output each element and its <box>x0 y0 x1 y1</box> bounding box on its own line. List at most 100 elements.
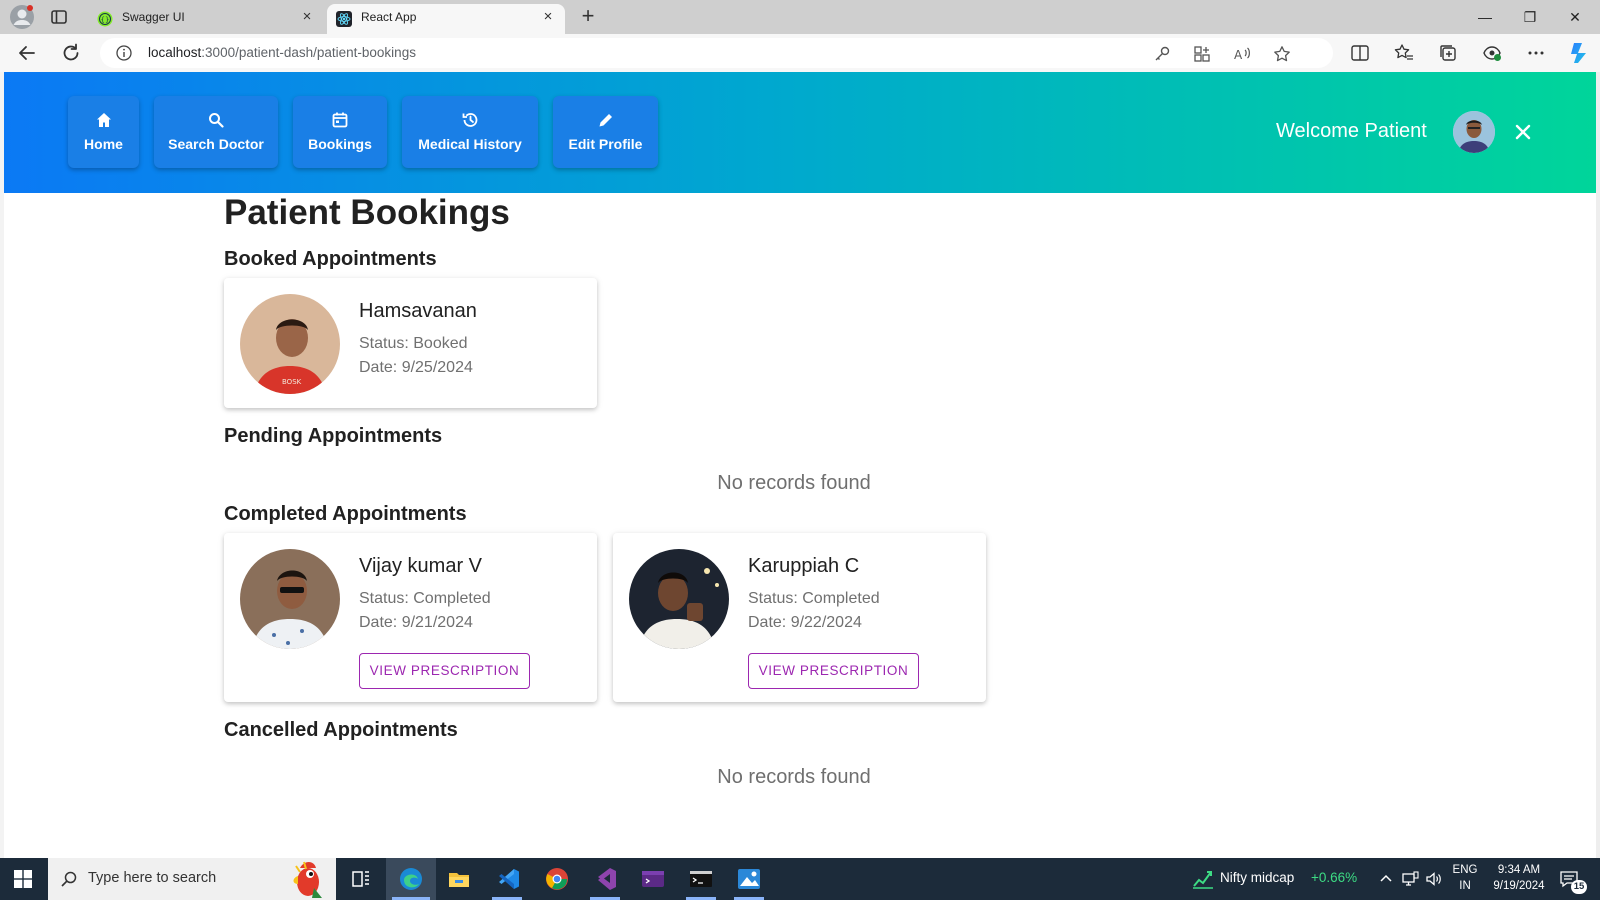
terminal-purple-icon[interactable] <box>640 866 666 892</box>
tab-title: React App <box>361 10 417 24</box>
app-install-icon[interactable] <box>1193 45 1211 63</box>
clock-time[interactable]: 9:34 AM <box>1488 864 1550 876</box>
nav-home-button[interactable]: Home <box>68 96 139 168</box>
ticker-name[interactable]: Nifty midcap <box>1220 870 1294 885</box>
tab-close-icon[interactable]: × <box>300 9 314 24</box>
chevron-up-icon[interactable] <box>1379 872 1393 886</box>
empty-message-cancelled: No records found <box>717 766 871 788</box>
visual-studio-icon[interactable] <box>592 866 618 892</box>
windows-taskbar: Type here to search Nifty midcap +0.66% … <box>0 858 1600 900</box>
history-icon <box>462 113 478 127</box>
browser-toolbar: localhost:3000/patient-dash/patient-book… <box>0 34 1600 72</box>
tab-react-app[interactable]: React App × <box>327 4 565 34</box>
nav-medical-history-button[interactable]: Medical History <box>402 96 538 168</box>
volume-icon[interactable] <box>1425 870 1443 888</box>
language-region: IN <box>1459 880 1471 892</box>
appointment-date: Date: 9/25/2024 <box>359 359 473 376</box>
favorites-icon[interactable] <box>1394 43 1414 63</box>
browser-essentials-icon[interactable] <box>1482 43 1502 63</box>
collections-icon[interactable] <box>1438 43 1458 63</box>
url-text[interactable]: localhost:3000/patient-dash/patient-book… <box>148 45 416 60</box>
svg-text:{}: {} <box>101 16 110 24</box>
doctor-photo <box>629 549 729 649</box>
copilot-icon[interactable] <box>1568 41 1592 65</box>
page-viewport: Home Search Doctor Bookings Medical Hist… <box>4 72 1596 858</box>
section-title-pending: Pending Appointments <box>224 425 443 447</box>
language-code[interactable]: ENG <box>1450 864 1480 876</box>
welcome-text: Welcome Patient <box>1276 120 1427 142</box>
app-header: Home Search Doctor Bookings Medical Hist… <box>4 72 1596 193</box>
task-view-icon[interactable] <box>348 866 374 892</box>
vscode-icon[interactable] <box>496 866 522 892</box>
section-title-completed: Completed Appointments <box>224 503 467 525</box>
window-close-icon[interactable]: ✕ <box>1565 7 1585 27</box>
chrome-icon[interactable] <box>544 866 570 892</box>
address-bar[interactable]: localhost:3000/patient-dash/patient-book… <box>100 38 1333 68</box>
doctor-photo: BOSK <box>240 294 340 394</box>
stock-ticker-icon[interactable] <box>1190 866 1216 892</box>
home-icon <box>96 113 111 127</box>
search-icon <box>209 113 224 128</box>
nav-label: Bookings <box>308 136 372 152</box>
split-screen-icon[interactable] <box>1350 43 1370 63</box>
appointment-date: Date: 9/22/2024 <box>748 614 862 631</box>
pencil-icon <box>599 112 613 127</box>
key-icon[interactable] <box>1153 45 1171 63</box>
empty-message-pending: No records found <box>717 472 871 494</box>
doctor-name: Karuppiah C <box>748 555 860 577</box>
nav-label: Edit Profile <box>568 136 643 152</box>
new-tab-icon[interactable]: + <box>578 5 598 27</box>
restore-icon[interactable]: ❐ <box>1520 7 1540 27</box>
user-avatar-image <box>1453 111 1495 153</box>
nav-bookings-button[interactable]: Bookings <box>293 96 387 168</box>
photos-app-icon[interactable] <box>736 866 762 892</box>
minimize-icon[interactable]: — <box>1475 7 1495 27</box>
avatar[interactable] <box>1453 111 1495 153</box>
back-icon[interactable] <box>16 42 38 64</box>
edge-browser-icon[interactable] <box>398 866 424 892</box>
appointment-card-completed: Vijay kumar V Status: Completed Date: 9/… <box>224 533 597 702</box>
page-title: Patient Bookings <box>224 193 510 232</box>
react-favicon-icon <box>336 11 352 27</box>
network-icon[interactable] <box>1401 870 1419 888</box>
doctor-name: Vijay kumar V <box>359 555 483 577</box>
close-icon[interactable] <box>1513 122 1533 142</box>
swagger-favicon-icon: {} <box>97 11 113 27</box>
site-info-icon[interactable] <box>116 45 132 61</box>
calendar-icon <box>332 112 348 128</box>
file-explorer-icon[interactable] <box>446 866 472 892</box>
appointment-status: Status: Completed <box>748 590 880 607</box>
tab-swagger-ui[interactable]: {} Swagger UI × <box>88 4 324 34</box>
nav-label: Medical History <box>418 136 522 152</box>
nav-search-doctor-button[interactable]: Search Doctor <box>154 96 278 168</box>
browser-tabstrip: {} Swagger UI × React App × + — ❐ ✕ <box>0 0 1600 34</box>
svg-text:A: A <box>1234 48 1243 62</box>
page-scrollbar[interactable] <box>1596 72 1600 858</box>
refresh-icon[interactable] <box>60 42 82 64</box>
appointment-card-completed: Karuppiah C Status: Completed Date: 9/22… <box>613 533 986 702</box>
doctor-name: Hamsavanan <box>359 300 477 322</box>
section-title-cancelled: Cancelled Appointments <box>224 719 458 741</box>
search-highlight-parrot-icon <box>293 861 322 898</box>
svg-text:BOSK: BOSK <box>282 378 302 386</box>
doctor-avatar-image <box>629 549 729 649</box>
tab-title: Swagger UI <box>122 10 185 24</box>
nav-label: Search Doctor <box>168 136 264 152</box>
windows-start-icon[interactable] <box>14 870 32 888</box>
more-menu-icon[interactable] <box>1526 43 1546 63</box>
doctor-photo <box>240 549 340 649</box>
tab-close-icon[interactable]: × <box>541 9 555 24</box>
appointment-card-booked: BOSK Hamsavanan Status: Booked Date: 9/2… <box>224 278 597 408</box>
view-prescription-button[interactable]: VIEW PRESCRIPTION <box>359 653 530 689</box>
favorite-star-icon[interactable] <box>1273 45 1291 63</box>
taskbar-search-input[interactable]: Type here to search <box>48 858 336 900</box>
command-prompt-icon[interactable] <box>688 866 714 892</box>
url-path: :3000/patient-dash/patient-bookings <box>201 45 416 60</box>
nav-edit-profile-button[interactable]: Edit Profile <box>553 96 658 168</box>
read-aloud-icon[interactable]: A <box>1233 45 1251 63</box>
doctor-avatar-image: BOSK <box>240 294 340 394</box>
section-title-booked: Booked Appointments <box>224 248 437 270</box>
tab-actions-icon[interactable] <box>50 8 68 26</box>
view-prescription-button[interactable]: VIEW PRESCRIPTION <box>748 653 919 689</box>
appointment-status: Status: Booked <box>359 335 468 352</box>
